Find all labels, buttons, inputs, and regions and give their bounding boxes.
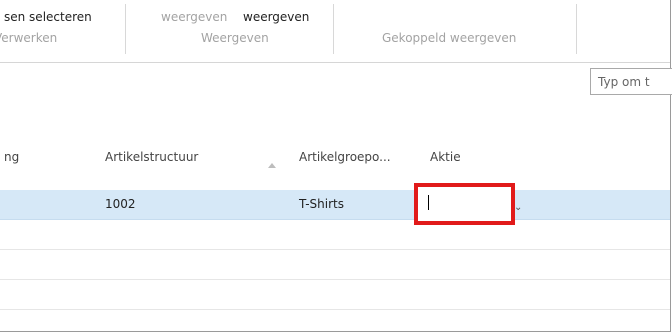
search-input[interactable]: Typ om t — [590, 68, 672, 95]
ribbon: sen selecteren Verwerken weergeven weerg… — [0, 0, 670, 63]
ribbon-group-weergeven: Weergeven — [201, 31, 269, 45]
ribbon-separator — [576, 4, 577, 54]
table-row[interactable] — [0, 250, 670, 280]
ribbon-separator — [125, 4, 126, 54]
ribbon-group-verwerken: Verwerken — [0, 31, 58, 45]
ribbon-button-weergeven[interactable]: weergeven — [243, 10, 309, 24]
chevron-down-icon[interactable]: ⌄ — [514, 202, 522, 213]
table-row[interactable]: 1002 T-Shirts — [0, 190, 670, 220]
ribbon-group-gekoppeld: Gekoppeld weergeven — [382, 31, 517, 45]
column-header-artikelgroep[interactable]: Artikelgroepo... — [299, 150, 391, 164]
cell-artikelgroep: T-Shirts — [299, 197, 345, 211]
column-header-artikelstructuur[interactable]: Artikelstructuur — [105, 150, 198, 164]
ribbon-button-weergeven-disabled[interactable]: weergeven — [161, 10, 227, 24]
table-row[interactable] — [0, 280, 670, 310]
aktie-input[interactable] — [414, 183, 515, 225]
ribbon-button-select[interactable]: sen selecteren — [4, 10, 92, 24]
table-row[interactable] — [0, 220, 670, 250]
cell-artikelstructuur: 1002 — [105, 197, 136, 211]
text-caret — [428, 195, 429, 210]
column-header-partial[interactable]: ng — [4, 150, 19, 164]
column-header-aktie[interactable]: Aktie — [430, 150, 461, 164]
sort-ascending-icon[interactable] — [268, 163, 276, 168]
ribbon-separator — [333, 4, 334, 54]
